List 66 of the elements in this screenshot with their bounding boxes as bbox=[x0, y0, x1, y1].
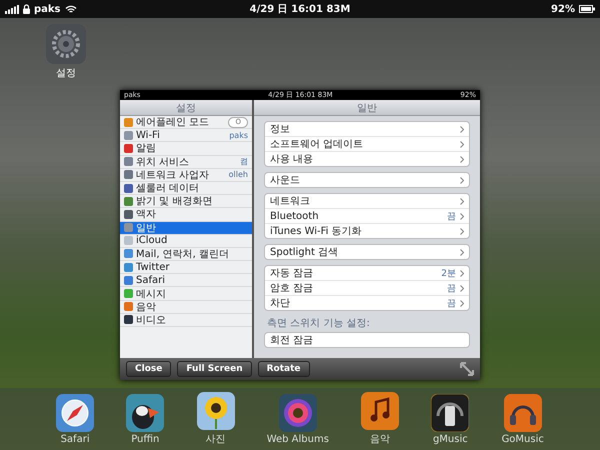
chevron-icon bbox=[460, 126, 464, 132]
settings-row[interactable]: 네트워크 bbox=[265, 194, 469, 209]
chevron-icon bbox=[460, 270, 464, 276]
chevron-icon bbox=[460, 140, 464, 148]
app-label: Safari bbox=[60, 434, 90, 444]
sidebar-item[interactable]: 셀룰러 데이터 bbox=[120, 182, 252, 196]
sidebar-item[interactable]: Wi-Fi paks bbox=[120, 129, 252, 142]
music-note-icon[interactable] bbox=[361, 392, 400, 430]
resize-icon[interactable] bbox=[460, 362, 474, 376]
app-label: Web Albums bbox=[266, 434, 329, 444]
settings-row[interactable]: 회전 잠금 bbox=[265, 333, 469, 347]
sidebar-item[interactable]: 알림 bbox=[120, 142, 252, 156]
settings-row[interactable]: 사운드 bbox=[265, 173, 469, 187]
app-label: Puffin bbox=[131, 434, 160, 444]
sidebar-item[interactable]: 일반 bbox=[120, 222, 252, 235]
settings-row[interactable]: 암호 잠금 끔 bbox=[265, 281, 469, 296]
chevron-icon bbox=[460, 212, 464, 220]
phone-headphones-icon[interactable] bbox=[431, 394, 470, 432]
sidebar-title: 설정 bbox=[176, 102, 196, 114]
settings-row[interactable]: Spotlight 검색 bbox=[265, 245, 469, 259]
sidebar-item[interactable]: Safari bbox=[120, 274, 252, 288]
bird-icon[interactable] bbox=[126, 394, 164, 432]
toolbar-button[interactable]: Rotate bbox=[258, 361, 310, 377]
sidebar-item[interactable]: Mail, 연락처, 캘린더 bbox=[120, 248, 252, 262]
sidebar-item[interactable]: 밝기 및 배경화면 bbox=[120, 195, 252, 208]
app-label: GoMusic bbox=[502, 434, 544, 444]
signal-icon bbox=[5, 4, 19, 14]
sidebar-item[interactable]: 네트워크 사업자 olleh bbox=[120, 168, 252, 182]
settings-row[interactable]: iTunes Wi-Fi 동기화 bbox=[265, 224, 469, 238]
app-label: gMusic bbox=[432, 434, 468, 444]
chevron-icon bbox=[460, 300, 464, 306]
settings-row[interactable]: 차단 끔 bbox=[265, 296, 469, 310]
chevron-icon bbox=[460, 248, 464, 256]
settings-row[interactable]: 정보 bbox=[265, 122, 469, 137]
sidebar-item[interactable]: 위치 서비스 켬 bbox=[120, 156, 252, 169]
sidebar-item[interactable]: iCloud bbox=[120, 234, 252, 248]
gear-icon[interactable] bbox=[46, 24, 86, 64]
chevron-icon bbox=[460, 198, 464, 204]
flower-icon[interactable] bbox=[196, 392, 234, 430]
detail-title: 일반 bbox=[357, 102, 377, 114]
settings-row[interactable]: Bluetooth 끔 bbox=[265, 209, 469, 224]
lock-icon bbox=[23, 4, 30, 14]
app-label: 설정 bbox=[56, 67, 76, 80]
section-header: 측면 스위치 기능 설정: bbox=[266, 317, 371, 330]
sidebar-item[interactable]: 비디오 bbox=[120, 314, 252, 327]
chevron-icon bbox=[460, 284, 464, 292]
settings-row[interactable]: 사용 내용 bbox=[265, 152, 469, 166]
compass-icon[interactable] bbox=[56, 394, 94, 432]
app-label: 사진 bbox=[206, 433, 226, 446]
settings-row[interactable]: 자동 잠금 2분 bbox=[265, 266, 469, 281]
chevron-icon bbox=[460, 156, 464, 162]
carrier-name: paks bbox=[34, 4, 61, 14]
toolbar-button[interactable]: Close bbox=[126, 361, 172, 377]
headphones-icon[interactable] bbox=[504, 394, 542, 432]
wifi-icon bbox=[64, 4, 77, 14]
status-time: 4/29 日 16:01 83M bbox=[250, 3, 350, 16]
app-label: 음악 bbox=[370, 433, 390, 446]
battery-percent: 92% bbox=[551, 4, 575, 14]
sidebar-item[interactable]: 음악 bbox=[120, 300, 252, 314]
chevron-icon bbox=[460, 228, 464, 234]
settings-row[interactable]: 소프트웨어 업데이트 bbox=[265, 137, 469, 152]
sidebar-item[interactable]: 메시지 bbox=[120, 287, 252, 301]
toolbar-button[interactable]: Full Screen bbox=[177, 361, 252, 377]
chevron-icon bbox=[460, 176, 464, 184]
sidebar-item[interactable]: Twitter bbox=[120, 261, 252, 274]
battery-icon bbox=[578, 5, 595, 13]
